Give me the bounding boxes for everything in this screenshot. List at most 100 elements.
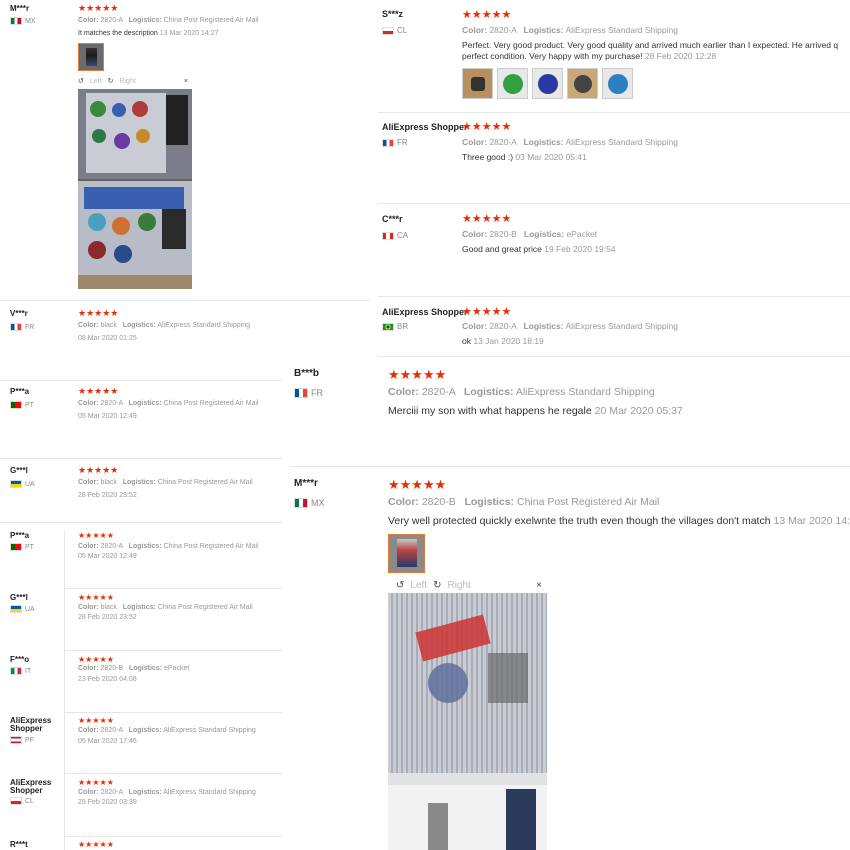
review-body: It matches the description 13 Mar 2020 1… xyxy=(78,30,218,37)
rotate-right-icon[interactable]: ↻ xyxy=(433,580,441,591)
country-code: MX xyxy=(311,498,325,508)
color-value: 2820-A xyxy=(421,386,456,398)
review-photo-thumbnail[interactable] xyxy=(497,68,528,99)
divider xyxy=(378,356,850,357)
color-value: 2820-A xyxy=(489,25,517,35)
review-meta: Color: 2820-A Logistics: China Post Regi… xyxy=(78,17,259,24)
review-meta: Color: 2820-A Logistics: China Post Regi… xyxy=(78,400,259,407)
review-photo-thumbnail[interactable] xyxy=(532,68,563,99)
review-date: 13 Jan 2020 18:19 xyxy=(473,336,544,346)
logistics-value: AliExpress Standard Shipping xyxy=(565,137,678,147)
reviewer-name: R***t xyxy=(10,840,28,849)
review-photo-thumbnail[interactable] xyxy=(602,68,633,99)
rating-stars: ★★★★★ xyxy=(78,386,119,396)
photo-viewer-toolbar: ↺ Left ↻ Right × xyxy=(388,578,546,592)
color-label: Color: xyxy=(462,25,488,35)
flag-icon xyxy=(10,543,22,551)
reviewer-name: P***a xyxy=(10,387,30,396)
logistics-value: AliExpress Standard Shipping xyxy=(565,321,678,331)
review-text: Three good :) xyxy=(462,152,514,162)
flag-icon xyxy=(382,231,394,240)
reviewer-name: G***l xyxy=(10,466,28,475)
country-code: PF xyxy=(25,736,34,744)
rotate-left-icon[interactable]: ↺ xyxy=(78,77,84,85)
country-code: FR xyxy=(397,138,408,147)
logistics-label: Logistics: xyxy=(463,386,514,398)
reviewer-name: AliExpress Shopper xyxy=(382,307,468,317)
reviewer-country: PF xyxy=(10,736,34,744)
color-label: Color: xyxy=(78,479,99,486)
divider xyxy=(290,466,850,467)
color-value: 2820-A xyxy=(100,400,123,407)
review-date: 29 Feb 2020 03:39 xyxy=(78,799,137,806)
flag-icon xyxy=(10,736,22,744)
review-meta: Color: black Logistics: China Post Regis… xyxy=(78,604,253,611)
rotate-right-icon[interactable]: ↻ xyxy=(108,77,114,85)
country-code: UA xyxy=(25,480,35,488)
review-date: 13 Mar 2020 14:27 xyxy=(159,30,219,37)
review-meta: Color: 2820-A Logistics: AliExpress Stan… xyxy=(388,386,655,398)
rotate-left-label[interactable]: Left xyxy=(90,78,102,85)
close-icon[interactable]: × xyxy=(536,580,542,591)
reviewer-name: P***a xyxy=(10,531,30,540)
rating-stars: ★★★★★ xyxy=(462,121,512,133)
review-text: ok xyxy=(462,336,471,346)
review-body: Very well protected quickly exelwnte the… xyxy=(388,515,850,527)
reviewer-country: CL xyxy=(382,26,407,35)
review-photo-thumbnail[interactable] xyxy=(78,43,104,71)
review-body: perfect condition. Very happy with my pu… xyxy=(462,51,716,61)
rating-stars: ★★★★★ xyxy=(78,655,114,664)
flag-icon xyxy=(10,323,22,331)
reviewer-country: UA xyxy=(10,480,35,488)
rotate-right-label[interactable]: Right xyxy=(119,78,135,85)
review-body: Three good :) 03 Mar 2020 05:41 xyxy=(462,152,587,162)
color-value: black xyxy=(100,604,117,611)
divider xyxy=(0,300,370,301)
reviewer-name: M***r xyxy=(10,4,30,13)
logistics-value: China Post Registered Air Mail xyxy=(157,604,253,611)
divider xyxy=(378,203,850,204)
divider xyxy=(0,522,282,523)
flag-icon xyxy=(10,797,22,805)
color-label: Color: xyxy=(78,17,99,24)
review-photo-thumbnail[interactable] xyxy=(388,534,425,573)
color-value: 2820-A xyxy=(100,17,123,24)
country-code: PT xyxy=(25,401,34,409)
flag-icon xyxy=(10,17,22,25)
divider xyxy=(64,773,282,774)
logistics-value: China Post Registered Air Mail xyxy=(163,543,259,550)
divider xyxy=(0,458,282,459)
color-value: 2820-B xyxy=(489,229,517,239)
divider xyxy=(64,588,282,589)
country-code: FR xyxy=(311,388,323,398)
rotate-right-label[interactable]: Right xyxy=(447,580,470,591)
country-code: FR xyxy=(25,323,35,331)
color-label: Color: xyxy=(388,386,419,398)
reviewer-country: MX xyxy=(294,498,325,508)
divider xyxy=(64,650,282,651)
flag-icon xyxy=(10,605,22,613)
review-body: ok 13 Jan 2020 18:19 xyxy=(462,336,544,346)
reviewer-name: B***b xyxy=(294,368,320,379)
flag-icon xyxy=(10,480,22,488)
reviewer-name-line: Shopper xyxy=(10,786,43,795)
review-date: 28 Feb 2020 12:28 xyxy=(644,51,717,61)
review-photo-thumbnail[interactable] xyxy=(462,68,493,99)
color-value: 2820-B xyxy=(100,665,124,672)
logistics-value: AliExpress Standard Shipping xyxy=(163,727,256,734)
logistics-label: Logistics: xyxy=(128,17,162,24)
logistics-label: Logistics: xyxy=(523,229,565,239)
country-code: MX xyxy=(25,17,36,25)
rotate-left-icon[interactable]: ↺ xyxy=(396,580,404,591)
color-label: Color: xyxy=(462,321,488,331)
reviewer-country: IT xyxy=(10,667,31,675)
review-date: 03 Mar 2020 05:41 xyxy=(515,152,587,162)
reviewer-country: CA xyxy=(382,231,408,240)
flag-icon xyxy=(294,498,308,508)
color-label: Color: xyxy=(78,400,99,407)
rotate-left-label[interactable]: Left xyxy=(410,580,427,591)
review-date: 23 Feb 2020 04:08 xyxy=(78,676,137,683)
close-icon[interactable]: × xyxy=(184,78,188,85)
review-photo-thumbnail[interactable] xyxy=(567,68,598,99)
logistics-value: AliExpress Standard Shipping xyxy=(565,25,678,35)
